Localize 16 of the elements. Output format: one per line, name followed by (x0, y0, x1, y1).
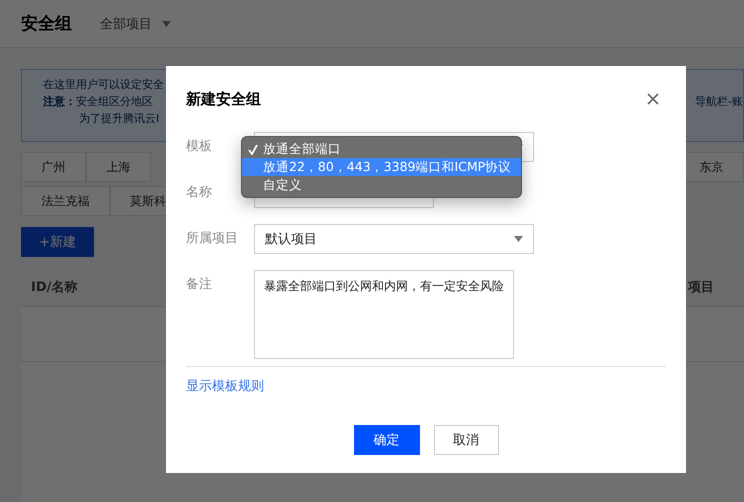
column-header: 项目 (688, 278, 714, 296)
notice-text: 为了提升腾讯云I (78, 111, 160, 127)
menu-item-label: 自定义 (263, 176, 302, 194)
field-label: 备注 (186, 276, 213, 294)
column-header: ID/名称 (31, 278, 78, 296)
dialog-title: 新建安全组 (186, 90, 261, 108)
page-title: 安全组 (21, 13, 72, 35)
field-label: 名称 (186, 184, 213, 202)
field-label: 所属项目 (186, 230, 239, 248)
select-value: 默认项目 (265, 231, 317, 248)
notice-text: 在这里用户可以设定安全 (43, 77, 164, 93)
menu-item-label: 放通22，80，443，3389端口和ICMP协议 (263, 158, 512, 176)
notice-text: 注意：安全组区分地区 (43, 94, 154, 110)
menu-item-label: 放通全部端口 (263, 140, 341, 158)
field-label: 模板 (186, 138, 213, 156)
notice-text: 导航栏-账 (695, 94, 743, 110)
